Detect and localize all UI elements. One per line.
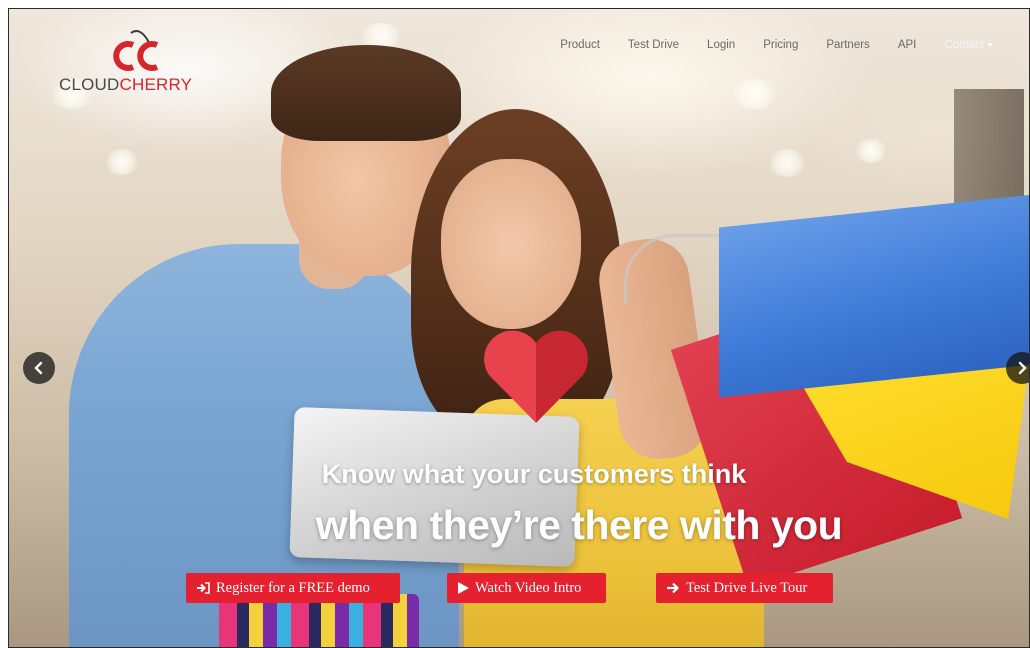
- brand-name-cherry: CHERRY: [119, 75, 193, 94]
- sign-in-icon: [196, 582, 210, 594]
- chevron-right-icon: [1018, 361, 1027, 375]
- ceiling-light: [854, 139, 888, 163]
- nav-api[interactable]: API: [884, 39, 931, 51]
- arrow-right-icon: [666, 582, 680, 594]
- hero-headline-line2: when they’re there with you: [315, 502, 843, 548]
- nav-contact[interactable]: Contact: [930, 39, 1007, 51]
- ceiling-light: [104, 149, 140, 175]
- caret-down-icon: [987, 42, 993, 47]
- nav-test-drive[interactable]: Test Drive: [614, 39, 693, 51]
- watch-video-button[interactable]: Watch Video Intro: [447, 573, 606, 603]
- man-hair: [271, 45, 461, 141]
- nav-product[interactable]: Product: [546, 39, 614, 51]
- carousel-prev-button[interactable]: [23, 352, 55, 384]
- hero-slide: CLOUDCHERRY Product Test Drive Login Pri…: [8, 8, 1030, 648]
- test-drive-tour-label: Test Drive Live Tour: [686, 579, 808, 596]
- hero-headline-line1: Know what your customers think: [321, 459, 747, 489]
- woman-face: [441, 159, 581, 329]
- test-drive-tour-button[interactable]: Test Drive Live Tour: [656, 573, 833, 603]
- nav-pricing[interactable]: Pricing: [749, 39, 812, 51]
- shopping-bag-blue: [719, 194, 1029, 398]
- nav-contact-label: Contact: [944, 39, 984, 51]
- brand-name: CLOUDCHERRY: [59, 75, 192, 95]
- nav-login[interactable]: Login: [693, 39, 749, 51]
- brand-name-cloud: CLOUD: [59, 75, 120, 94]
- register-demo-label: Register for a FREE demo: [216, 579, 370, 596]
- heart-icon: [484, 330, 588, 423]
- watch-video-label: Watch Video Intro: [475, 579, 582, 596]
- play-icon: [457, 582, 469, 594]
- cherry-logo-icon: [113, 30, 159, 71]
- brand-logo[interactable]: CLOUDCHERRY: [59, 25, 219, 97]
- ceiling-light: [767, 149, 807, 177]
- carousel-next-button[interactable]: [1006, 352, 1029, 384]
- register-demo-button[interactable]: Register for a FREE demo: [186, 573, 400, 603]
- main-nav: Product Test Drive Login Pricing Partner…: [546, 39, 1007, 51]
- nav-partners[interactable]: Partners: [812, 39, 883, 51]
- chevron-left-icon: [34, 361, 43, 375]
- ceiling-light: [729, 79, 779, 109]
